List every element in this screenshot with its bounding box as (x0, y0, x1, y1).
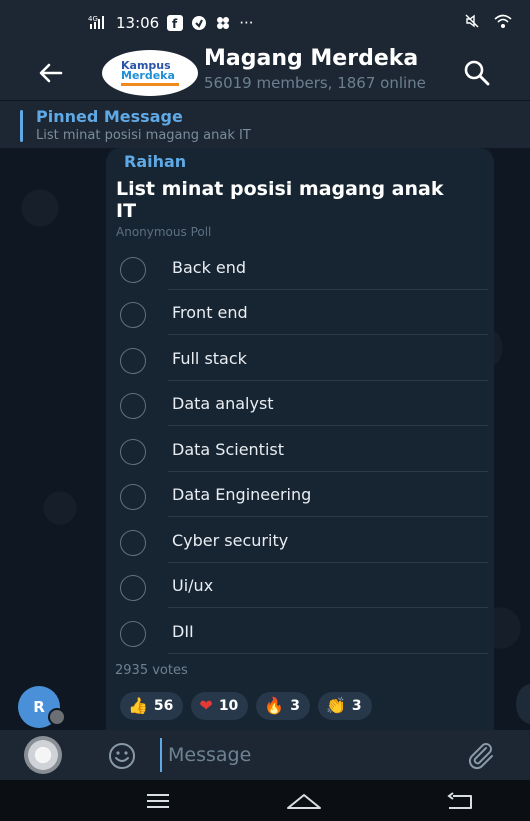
reaction-count: 3 (351, 698, 362, 714)
poll-option[interactable]: Data Engineering (118, 473, 488, 517)
poll-option-label: Full stack (172, 349, 247, 368)
poll-option-label: Front end (172, 303, 248, 322)
poll-option-label: Data Engineering (172, 485, 312, 504)
radio-button[interactable] (120, 530, 146, 556)
radio-button[interactable] (120, 393, 146, 419)
status-more: ··· (239, 14, 254, 32)
reaction-count: 10 (218, 698, 239, 714)
status-dot (48, 708, 66, 726)
poll-question: List minat posisi magang anak IT (116, 178, 444, 222)
poll-option[interactable]: Back end (118, 246, 488, 290)
poll-option-label: Back end (172, 258, 247, 277)
poll-option-label: Ui/ux (172, 576, 214, 595)
arrow-left-icon (39, 63, 63, 83)
facebook-icon: f (167, 15, 184, 31)
poll-option[interactable]: Cyber security (118, 519, 488, 563)
notification-icon (191, 15, 207, 31)
system-nav-bar (0, 780, 530, 821)
pinned-message[interactable]: Pinned Message List minat posisi magang … (0, 100, 530, 149)
message-input[interactable] (160, 738, 430, 772)
poll-option-label: Cyber security (172, 531, 289, 550)
radio-button[interactable] (120, 439, 146, 465)
paperclip-icon (468, 743, 493, 770)
poll-option[interactable]: Front end (118, 291, 488, 335)
signal-icon: 4G (88, 15, 108, 31)
poll-option[interactable]: DII (118, 610, 488, 654)
menu-icon (147, 794, 169, 808)
radio-button[interactable] (120, 484, 146, 510)
thumbs-up-icon: 👍 (128, 696, 148, 715)
poll-option[interactable]: Data Scientist (118, 428, 488, 472)
back-nav-button[interactable] (440, 788, 480, 814)
app-icon (215, 15, 231, 31)
poll-option-label: DII (172, 622, 194, 641)
group-avatar[interactable]: Kampus Merdeka (102, 50, 198, 96)
radio-button[interactable] (120, 302, 146, 328)
clap-icon: 👏 (325, 696, 346, 715)
message-sender[interactable]: Raihan (124, 152, 186, 171)
chat-title[interactable]: Magang Merdeka (204, 46, 456, 71)
svg-text:4G: 4G (88, 15, 98, 23)
message-input-bar (0, 730, 530, 780)
poll-option[interactable]: Full stack (118, 337, 488, 381)
wifi-icon (494, 13, 512, 29)
poll-option-label: Data Scientist (172, 440, 284, 459)
emoji-button[interactable] (106, 740, 138, 772)
poll-type: Anonymous Poll (116, 225, 212, 239)
reaction-clap[interactable]: 👏 3 (317, 692, 372, 720)
radio-button[interactable] (120, 575, 146, 601)
attach-button[interactable] (464, 740, 500, 772)
radio-button[interactable] (120, 257, 146, 283)
menu-button[interactable] (138, 788, 178, 814)
svg-text:f: f (172, 17, 178, 31)
chat-subtitle: 56019 members, 1867 online (204, 74, 426, 92)
user-avatar[interactable] (24, 736, 62, 774)
poll-option[interactable]: Ui/ux (118, 564, 488, 608)
back-icon (447, 792, 472, 809)
status-bar: 4G 13:06 f ··· (0, 0, 530, 46)
back-button[interactable] (34, 56, 74, 90)
pinned-title: Pinned Message (36, 107, 183, 126)
smiley-icon (109, 743, 135, 769)
reactions-row: 👍 56 ❤ 10 🔥 3 👏 3 (120, 692, 372, 720)
search-icon (464, 60, 490, 86)
poll-vote-count: 2935 votes (115, 663, 188, 678)
pinned-indicator (20, 110, 23, 142)
pinned-text: List minat posisi magang anak IT (36, 128, 251, 143)
reaction-count: 56 (153, 698, 174, 714)
mute-icon (464, 13, 480, 29)
poll-option[interactable]: Data analyst (118, 382, 488, 426)
heart-icon: ❤ (199, 696, 213, 715)
fire-icon: 🔥 (264, 696, 285, 715)
radio-button[interactable] (120, 621, 146, 647)
home-button[interactable] (284, 788, 324, 814)
group-logo: Kampus Merdeka (121, 58, 175, 82)
home-icon (287, 794, 321, 809)
status-time: 13:06 (116, 14, 160, 32)
reaction-heart[interactable]: ❤ 10 (191, 692, 249, 720)
reaction-fire[interactable]: 🔥 3 (256, 692, 310, 720)
chat-header: Kampus Merdeka Magang Merdeka 56019 memb… (0, 46, 530, 100)
sender-avatar[interactable]: R (18, 686, 66, 728)
poll-option-label: Data analyst (172, 394, 274, 413)
radio-button[interactable] (120, 348, 146, 374)
search-button[interactable] (462, 58, 498, 88)
reaction-thumbs-up[interactable]: 👍 56 (120, 692, 184, 720)
reaction-count: 3 (290, 698, 300, 714)
